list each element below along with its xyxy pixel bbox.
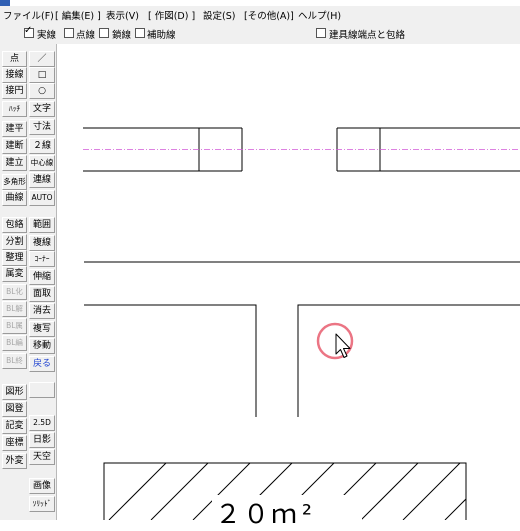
cursor-highlight: [316, 322, 354, 360]
lower-wall-right: [297, 304, 520, 417]
mouse-pointer-icon: [335, 333, 351, 358]
lower-wall-left: [84, 304, 257, 417]
drawing-layer: [83, 127, 520, 520]
area-label: ２０ｍ²: [215, 500, 317, 530]
